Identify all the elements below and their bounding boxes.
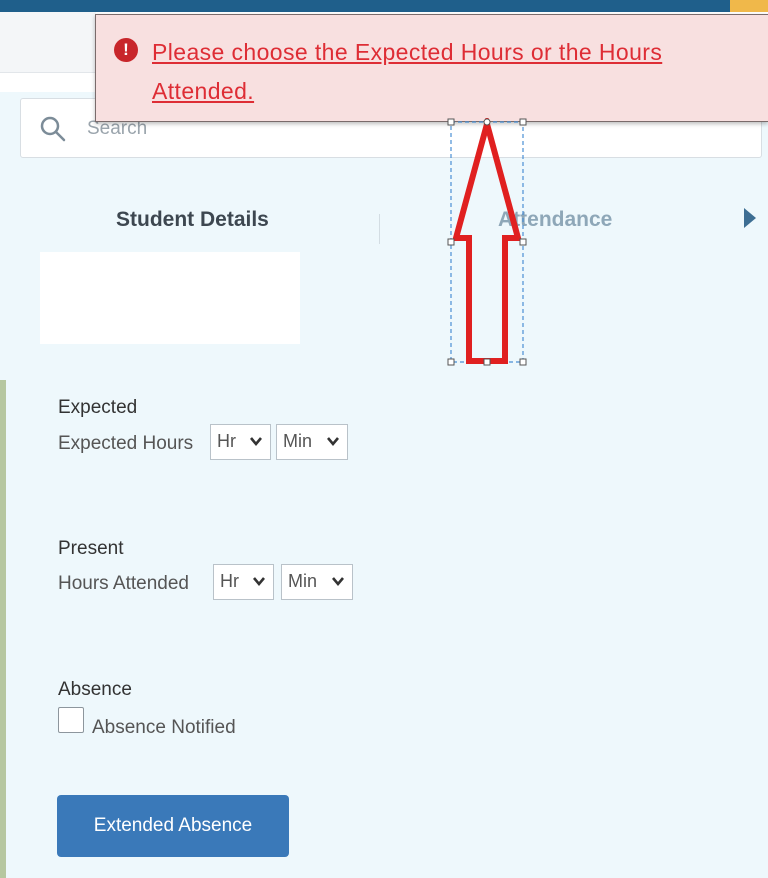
expected-hours-hour-select[interactable]: Hr — [210, 424, 271, 460]
chevron-down-icon — [327, 437, 339, 447]
student-photo-placeholder — [40, 252, 300, 344]
header-left-strip — [0, 12, 96, 73]
left-rail — [0, 380, 6, 878]
error-alert: ! Please choose the Expected Hours or th… — [95, 14, 768, 122]
hours-attended-hour-select[interactable]: Hr — [213, 564, 274, 600]
expected-section-title: Expected — [58, 397, 138, 418]
expected-hour-value: Hr — [217, 431, 236, 451]
tab-student-details[interactable]: Student Details — [116, 208, 269, 232]
absence-section-title: Absence — [58, 679, 132, 700]
annotation-arrow[interactable] — [446, 118, 530, 366]
expected-hours-min-select[interactable]: Min — [276, 424, 348, 460]
hours-attended-min-select[interactable]: Min — [281, 564, 353, 600]
absence-notified-label[interactable]: Absence Notified — [92, 717, 236, 739]
present-section-title: Present — [58, 538, 124, 559]
top-bar-accent — [730, 0, 768, 12]
attended-min-value: Min — [288, 571, 318, 591]
absence-notified-checkbox[interactable] — [58, 707, 84, 733]
top-bar — [0, 0, 768, 12]
error-message[interactable]: Please choose the Expected Hours or the … — [152, 33, 766, 111]
hours-attended-label: Hours Attended — [58, 573, 189, 594]
chevron-down-icon — [332, 577, 344, 587]
attended-hour-value: Hr — [220, 571, 239, 591]
extended-absence-button[interactable]: Extended Absence — [57, 795, 289, 857]
expected-hours-label: Expected Hours — [58, 433, 194, 454]
chevron-down-icon — [253, 577, 265, 587]
exclamation-circle-icon: ! — [114, 38, 138, 62]
caret-right-icon[interactable] — [744, 208, 756, 228]
tab-divider — [379, 214, 380, 244]
search-icon — [40, 116, 66, 142]
expected-min-value: Min — [283, 431, 313, 451]
chevron-down-icon — [250, 437, 262, 447]
